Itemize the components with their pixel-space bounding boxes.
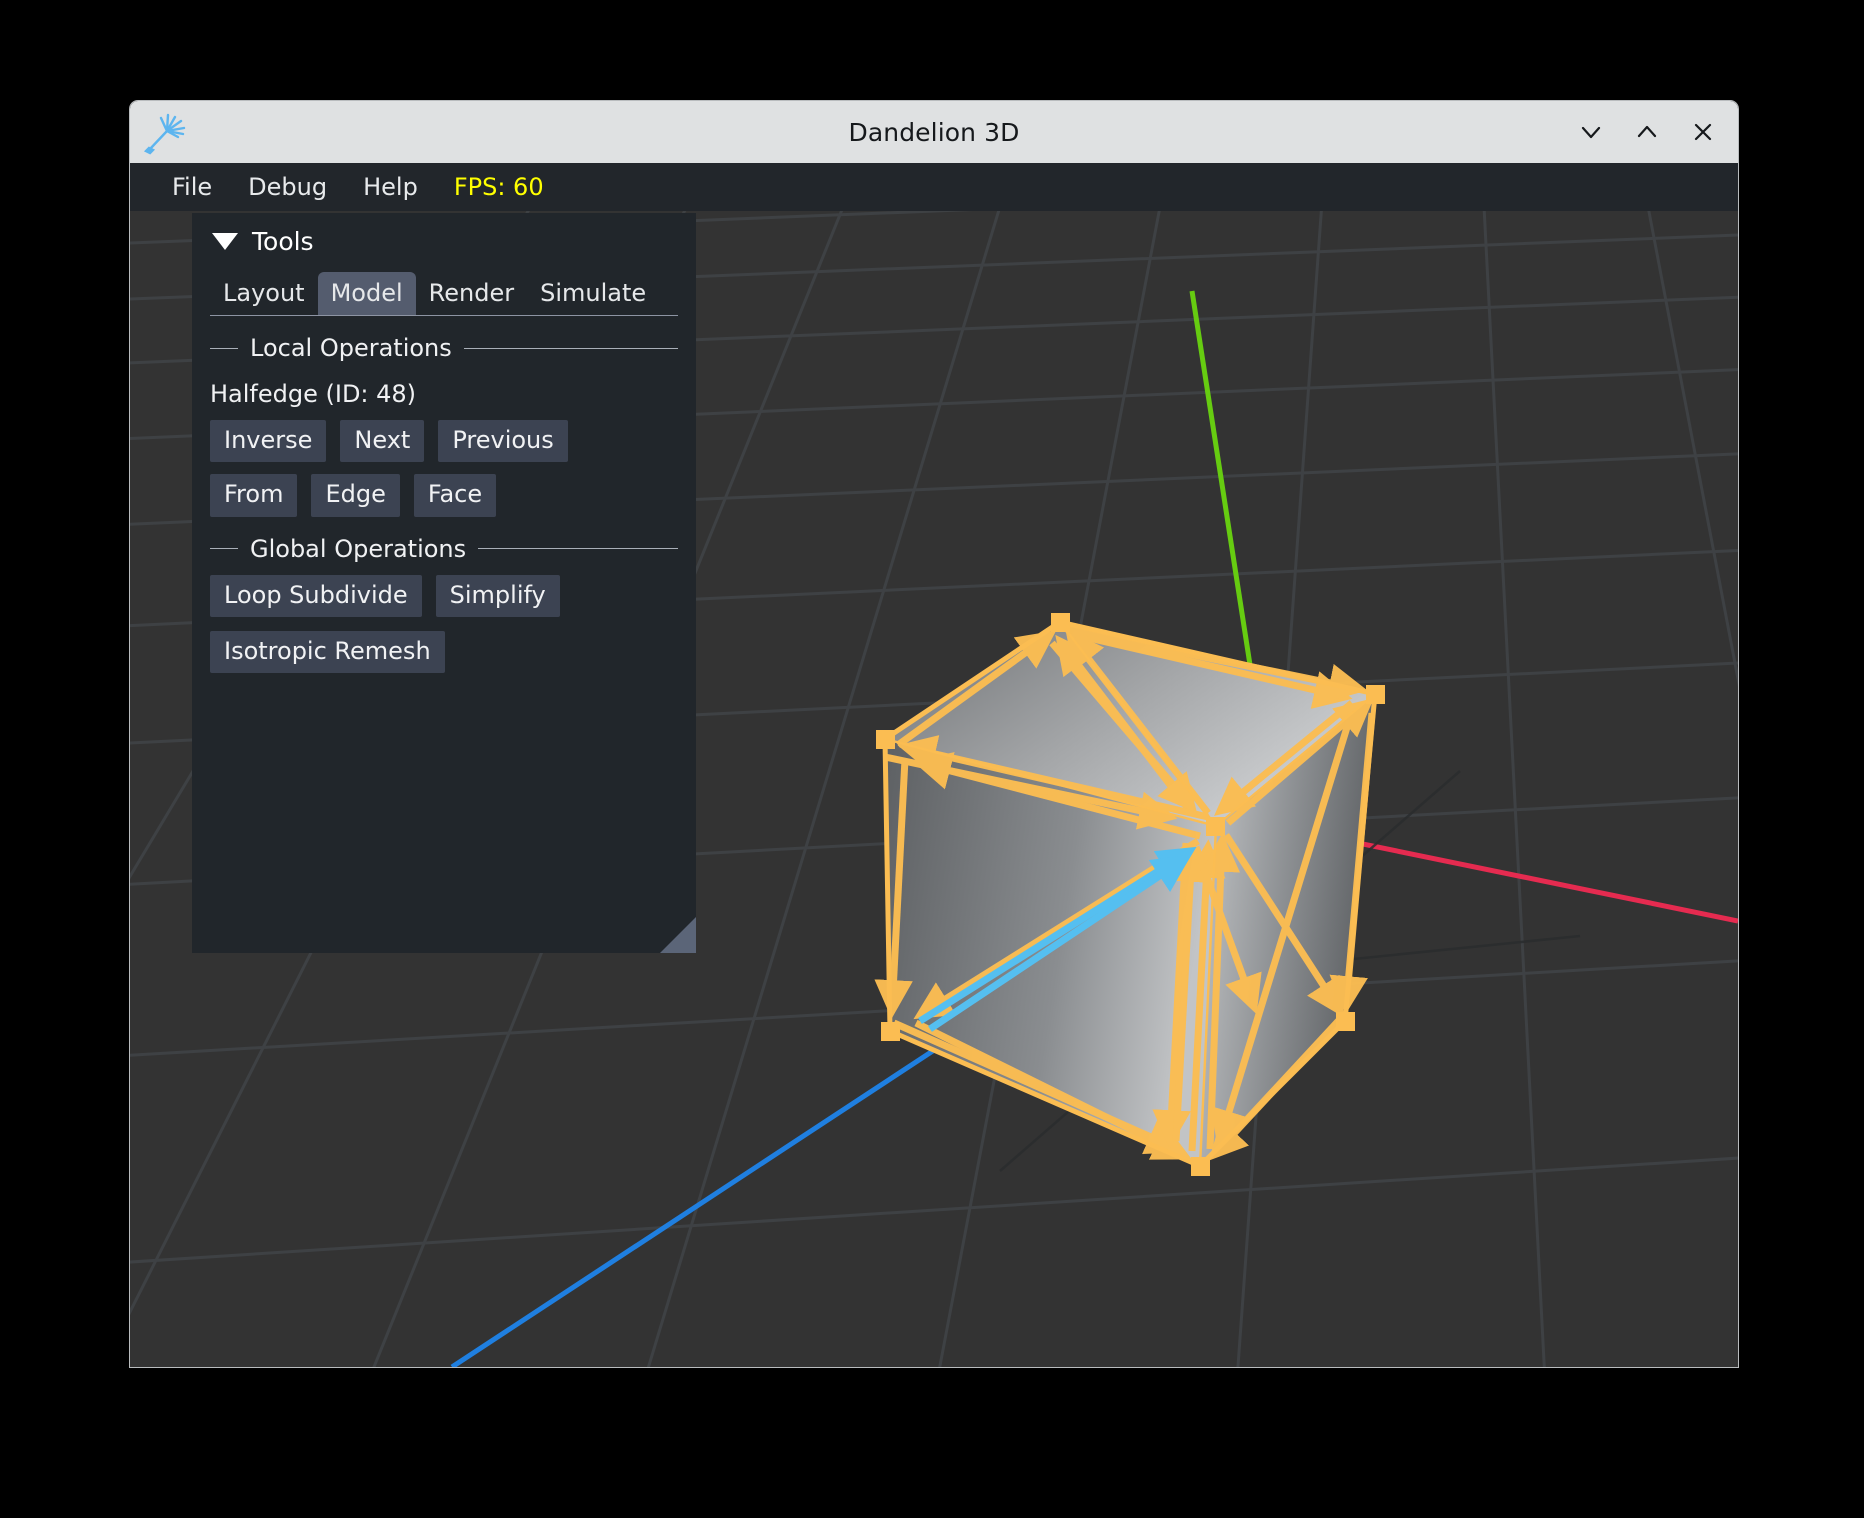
section-dash-left-global bbox=[210, 548, 238, 550]
edge-button[interactable]: Edge bbox=[311, 474, 400, 517]
tab-render[interactable]: Render bbox=[416, 272, 527, 315]
menu-item-file[interactable]: File bbox=[154, 169, 230, 205]
local-operations-heading: Local Operations bbox=[192, 316, 696, 362]
close-button[interactable] bbox=[1688, 117, 1718, 147]
simplify-button[interactable]: Simplify bbox=[435, 574, 560, 617]
global-operations-label: Global Operations bbox=[250, 534, 467, 563]
tools-panel[interactable]: Tools Layout Model Render Simulate Local… bbox=[192, 213, 696, 953]
fps-counter: FPS: 60 bbox=[453, 173, 544, 201]
panel-title: Tools bbox=[252, 227, 314, 256]
screen: Dandelion 3D File Debug Help FPS: 60 Too… bbox=[0, 0, 1864, 1518]
section-dash-left bbox=[210, 347, 238, 349]
isotropic-remesh-button[interactable]: Isotropic Remesh bbox=[210, 630, 445, 674]
title-bar: Dandelion 3D bbox=[130, 101, 1738, 163]
face-button[interactable]: Face bbox=[413, 474, 497, 517]
next-button[interactable]: Next bbox=[340, 420, 425, 463]
section-rule-right-global bbox=[478, 548, 678, 550]
minimize-button[interactable] bbox=[1576, 117, 1606, 147]
previous-button[interactable]: Previous bbox=[438, 420, 568, 463]
triangle-down-icon[interactable] bbox=[212, 233, 238, 250]
tools-panel-header[interactable]: Tools bbox=[192, 213, 696, 262]
section-rule-right bbox=[463, 347, 678, 349]
tools-tab-bar: Layout Model Render Simulate bbox=[192, 262, 696, 315]
selection-info: Halfedge (ID: 48) bbox=[210, 380, 417, 408]
local-ops-row-1: Inverse Next Previous bbox=[192, 408, 696, 463]
window-controls bbox=[1576, 101, 1718, 163]
maximize-button[interactable] bbox=[1632, 117, 1662, 147]
application-window: Dandelion 3D File Debug Help FPS: 60 Too… bbox=[130, 101, 1738, 1367]
local-operations-label: Local Operations bbox=[250, 334, 452, 362]
tab-model[interactable]: Model bbox=[317, 272, 416, 315]
tab-layout[interactable]: Layout bbox=[210, 272, 318, 315]
loop-subdivide-button[interactable]: Loop Subdivide bbox=[210, 574, 422, 617]
window-title: Dandelion 3D bbox=[848, 117, 1020, 147]
inverse-button[interactable]: Inverse bbox=[210, 420, 327, 463]
global-ops-row: Loop Subdivide Simplify Isotropic Remesh bbox=[192, 563, 696, 674]
global-operations-heading: Global Operations bbox=[192, 517, 696, 563]
menu-item-help[interactable]: Help bbox=[345, 169, 436, 205]
menu-item-debug[interactable]: Debug bbox=[230, 169, 345, 205]
menu-bar: File Debug Help FPS: 60 bbox=[130, 163, 1738, 211]
from-button[interactable]: From bbox=[210, 474, 298, 517]
panel-resize-grip[interactable] bbox=[660, 917, 696, 953]
local-ops-row-2: From Edge Face bbox=[192, 462, 696, 517]
tab-simulate[interactable]: Simulate bbox=[527, 272, 659, 315]
